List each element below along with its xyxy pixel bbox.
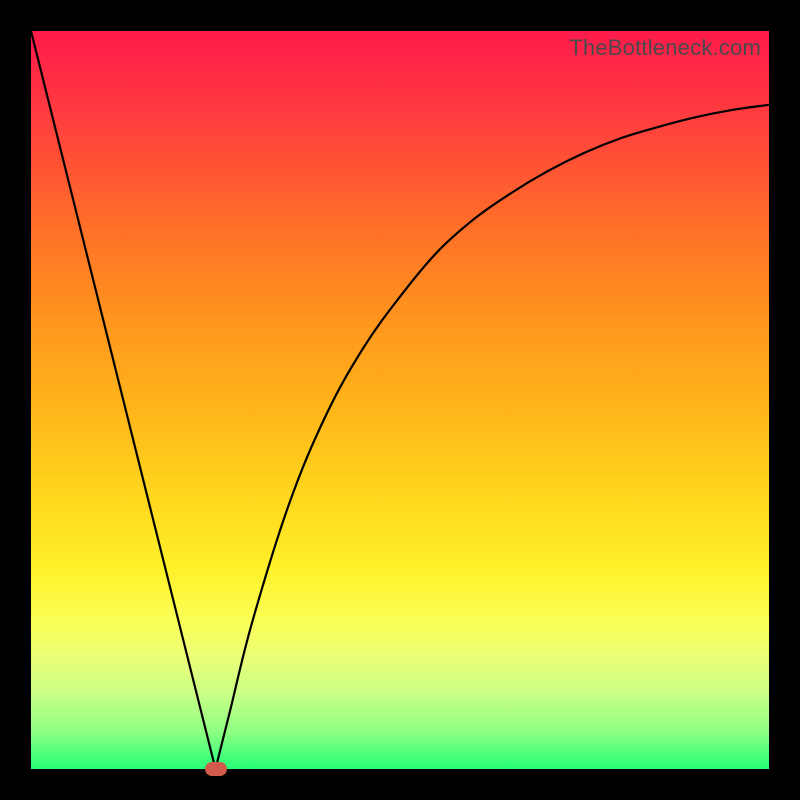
chart-frame: TheBottleneck.com bbox=[0, 0, 800, 800]
curve-svg bbox=[31, 31, 769, 769]
optimal-point-marker bbox=[205, 762, 227, 776]
plot-area: TheBottleneck.com bbox=[31, 31, 769, 769]
bottleneck-curve bbox=[31, 31, 769, 769]
